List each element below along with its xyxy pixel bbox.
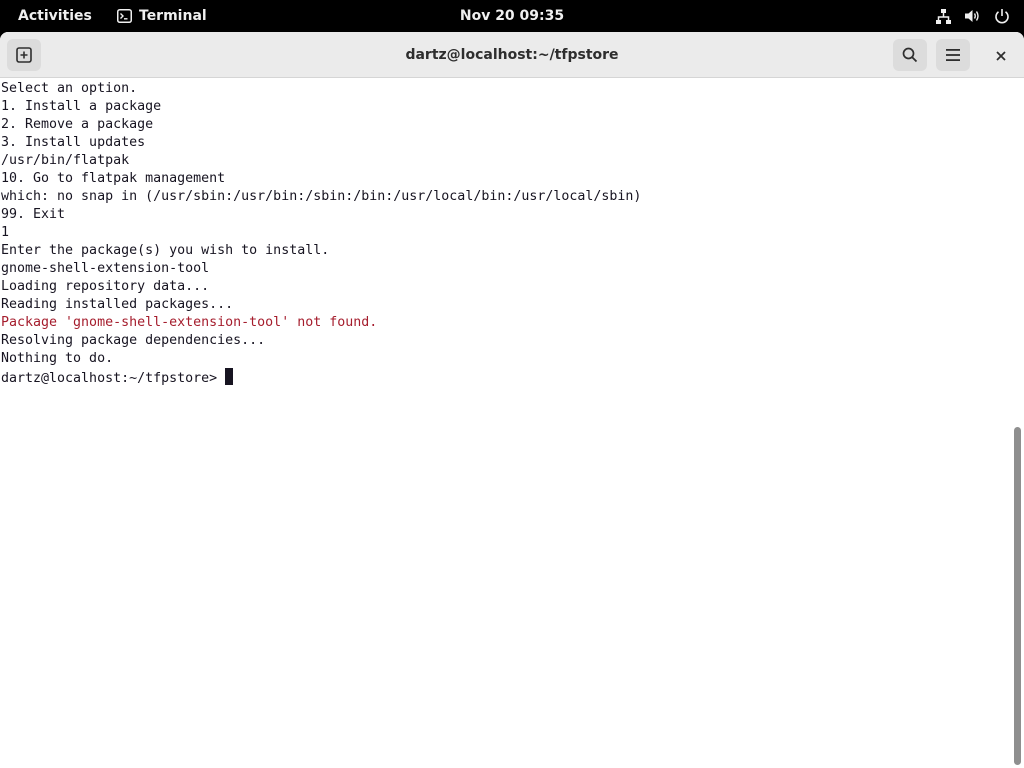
terminal-app-icon [117,9,132,23]
top-bar: Activities Terminal Nov 20 09:35 [0,0,1024,32]
terminal-line: Nothing to do. [1,351,114,366]
terminal-line: Resolving package dependencies... [1,333,266,348]
terminal-line: gnome-shell-extension-tool [1,261,210,276]
new-tab-button[interactable] [7,39,41,71]
menu-icon [945,48,961,62]
terminal-line: 10. Go to flatpak management [1,171,226,186]
app-menu[interactable]: Terminal [117,0,207,32]
app-name: Terminal [139,8,207,24]
volume-icon [964,8,982,24]
terminal-line: Reading installed packages... [1,297,234,312]
new-tab-icon [16,47,32,63]
terminal-error-line: Package 'gnome-shell-extension-tool' not… [1,315,378,330]
close-button[interactable] [990,44,1012,66]
terminal-line: which: no snap in (/usr/sbin:/usr/bin:/s… [1,189,642,204]
terminal-line: 1 [1,225,10,240]
activities-button[interactable]: Activities [18,0,92,32]
terminal-line: Loading repository data... [1,279,210,294]
system-status-area[interactable] [935,0,1010,32]
close-icon [996,46,1006,65]
terminal-prompt-line: dartz@localhost:~/tfpstore> [0,368,1010,386]
terminal-line: 1. Install a package [1,99,162,114]
main-menu-button[interactable] [936,39,970,71]
terminal-line: 3. Install updates [1,135,146,150]
terminal-line: Select an option. [1,81,138,96]
search-icon [902,47,918,63]
window-title: dartz@localhost:~/tfpstore [405,47,619,63]
shell-prompt: dartz@localhost:~/tfpstore> [1,371,218,386]
terminal-cursor [225,368,234,385]
scrollbar[interactable] [1010,79,1024,768]
terminal-line: /usr/bin/flatpak [1,153,130,168]
terminal-line: 99. Exit [1,207,66,222]
power-icon [994,8,1010,24]
terminal-line: 2. Remove a package [1,117,154,132]
network-icon [935,8,952,25]
header-bar: dartz@localhost:~/tfpstore [0,32,1024,78]
terminal-line: Enter the package(s) you wish to install… [1,243,330,258]
terminal-window: dartz@localhost:~/tfpstore Select an opt… [0,32,1024,768]
scrollbar-thumb[interactable] [1014,427,1021,765]
search-button[interactable] [893,39,927,71]
terminal-output[interactable]: Select an option. 1. Install a package 2. … [0,79,1010,768]
